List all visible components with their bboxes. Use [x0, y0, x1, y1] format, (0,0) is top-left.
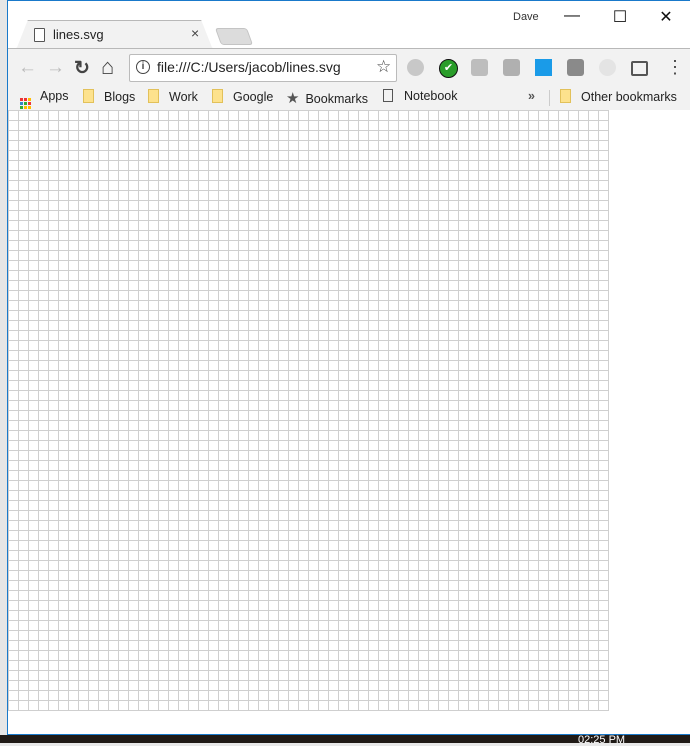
page-icon [383, 89, 393, 102]
menu-button[interactable]: ⋮ [666, 57, 684, 78]
bookmark-star-icon[interactable]: ☆ [376, 57, 391, 77]
divider [549, 90, 550, 106]
other-bookmarks[interactable]: Other bookmarks [560, 89, 677, 104]
image-extension-icon[interactable] [503, 59, 520, 76]
star-icon: ★ [286, 90, 300, 107]
address-bar[interactable]: i file:///C:/Users/jacob/lines.svg ☆ [129, 54, 397, 82]
desktop-background [0, 0, 7, 735]
folder-icon [560, 89, 571, 103]
tab-close-button[interactable]: × [191, 25, 199, 41]
back-button[interactable]: ← [18, 57, 37, 79]
bookmark-bookmarks[interactable]: ★ Bookmarks [286, 89, 368, 107]
bookmark-google[interactable]: Google [212, 89, 273, 104]
title-bar: lines.svg × Dave — ☐ ✕ [8, 1, 690, 48]
folder-icon [83, 89, 94, 103]
apps-icon [20, 98, 31, 109]
maximize-button[interactable]: ☐ [605, 7, 635, 27]
close-button[interactable]: ✕ [651, 7, 681, 27]
home-button[interactable]: ⌂ [101, 54, 114, 80]
folder-icon [148, 89, 159, 103]
profile-name[interactable]: Dave [513, 11, 539, 23]
file-icon [34, 28, 45, 42]
bookmark-work[interactable]: Work [148, 89, 198, 104]
tab-lines-svg[interactable] [16, 20, 213, 50]
blue-window-extension-icon[interactable] [535, 59, 552, 76]
page-content [8, 110, 690, 734]
toolbar: ← → ↻ ⌂ i file:///C:/Users/jacob/lines.s… [8, 48, 690, 87]
reload-button[interactable]: ↻ [74, 57, 90, 80]
add-comment-extension-icon[interactable] [471, 59, 488, 76]
swirl-extension-icon[interactable] [599, 59, 616, 76]
bookmark-apps[interactable]: Apps [20, 89, 69, 109]
camera-extension-icon[interactable] [407, 59, 424, 76]
clock[interactable]: 02:25 PM [578, 735, 625, 746]
tab-title: lines.svg [53, 27, 104, 42]
cast-icon[interactable] [631, 61, 648, 76]
minimize-button[interactable]: — [557, 7, 587, 27]
folder-icon [212, 89, 223, 103]
browser-window: lines.svg × Dave — ☐ ✕ ← → ↻ ⌂ i file://… [7, 0, 690, 735]
new-tab-button[interactable] [214, 28, 254, 45]
taskbar: 02:25 PM [0, 735, 690, 746]
bookmark-blogs[interactable]: Blogs [83, 89, 135, 104]
bookmarks-overflow-button[interactable]: » [528, 89, 535, 103]
info-icon[interactable]: i [136, 60, 150, 74]
bookmarks-bar: Apps Blogs Work Google ★ Bookmarks Notebo… [8, 86, 690, 111]
gray-shield-extension-icon[interactable] [567, 59, 584, 76]
url-text[interactable]: file:///C:/Users/jacob/lines.svg [157, 59, 341, 75]
forward-button[interactable]: → [46, 57, 65, 79]
check-extension-icon[interactable]: ✔ [439, 59, 458, 78]
svg-grid [8, 110, 609, 711]
bookmark-notebook[interactable]: Notebook [383, 89, 458, 103]
